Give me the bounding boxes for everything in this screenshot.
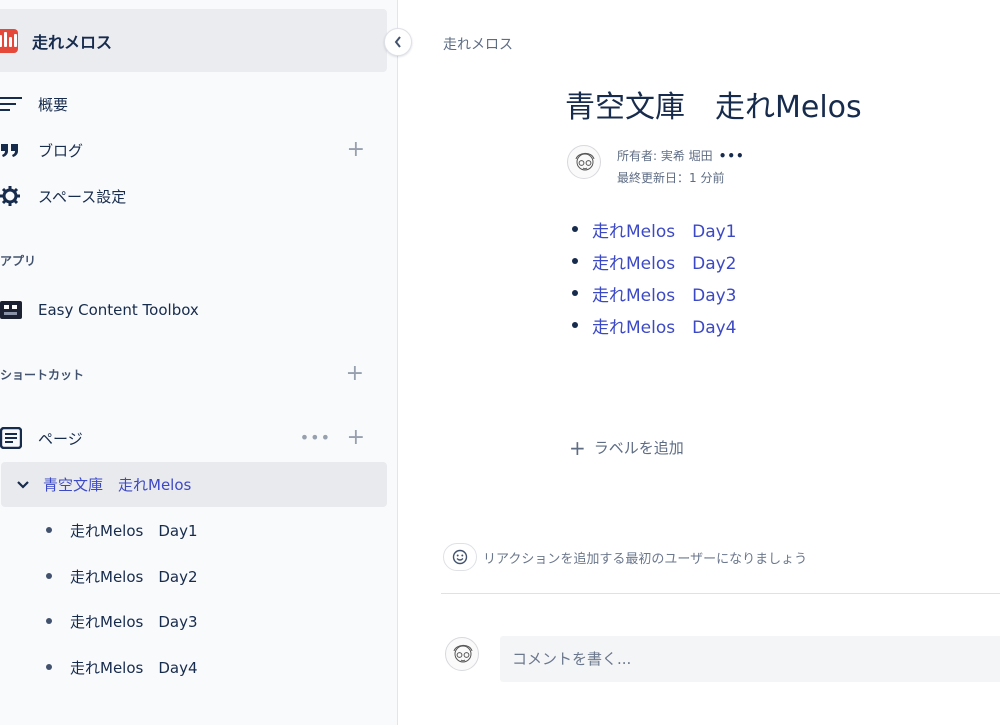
sidebar-item-blog[interactable]: ブログ + [0, 130, 387, 170]
page-title: 青空文庫 走れMelos [565, 90, 862, 125]
toolbox-app-icon [0, 299, 24, 321]
pages-icon [0, 427, 24, 449]
divider [441, 593, 1000, 594]
last-updated-text: 最終更新日：1 分前 [617, 171, 725, 185]
page-tree-label: 走れMelos Day3 [70, 612, 198, 631]
sidebar-item-easy-content-toolbox[interactable]: Easy Content Toolbox [0, 290, 387, 330]
bullet-icon [46, 664, 52, 670]
sidebar-item-label: ブログ [38, 141, 84, 160]
chevron-down-icon[interactable] [17, 478, 29, 492]
sidebar-item-label: 概要 [38, 95, 69, 114]
more-actions-icon[interactable]: ••• [719, 149, 745, 163]
list-item: 走れMelos Day3 [572, 277, 737, 309]
sidebar-item-label: Easy Content Toolbox [38, 301, 199, 319]
bullet-icon [46, 573, 52, 579]
sidebar-item-overview[interactable]: 概要 [0, 84, 387, 124]
page-tree-label: 青空文庫 走れMelos [43, 476, 192, 494]
sidebar-item-pages[interactable]: ページ ••• + [0, 418, 387, 458]
gear-icon [0, 186, 24, 206]
list-item: 走れMelos Day4 [572, 309, 737, 341]
child-page-link[interactable]: 走れMelos Day4 [592, 313, 737, 338]
apps-heading: アプリ [0, 254, 37, 268]
page-byline: 所有者: 実希 堀田 ••• 最終更新日：1 分前 [567, 145, 745, 185]
bullet-icon [572, 226, 578, 232]
bullet-icon [46, 527, 52, 533]
child-pages-list: 走れMelos Day1 走れMelos Day2 走れMelos Day3 走… [572, 213, 737, 341]
add-blog-icon[interactable]: + [347, 139, 365, 161]
space-name: 走れメロス [32, 32, 113, 52]
sidebar-item-label: ページ [38, 429, 83, 448]
bullet-icon [46, 618, 52, 624]
list-item: 走れMelos Day1 [572, 213, 737, 245]
sidebar-item-label: スペース設定 [38, 187, 127, 206]
page-tree-item[interactable]: 走れMelos Day1 [0, 510, 387, 550]
add-label-button[interactable]: + ラベルを追加 [569, 437, 684, 458]
bullet-icon [572, 290, 578, 296]
page-tree-item-selected[interactable]: 青空文庫 走れMelos [1, 462, 387, 507]
chevron-left-icon [394, 36, 401, 48]
space-logo-icon [0, 28, 18, 53]
child-page-link[interactable]: 走れMelos Day2 [592, 249, 737, 274]
breadcrumb[interactable]: 走れメロス [443, 34, 513, 54]
overview-icon [0, 96, 24, 112]
add-reaction-button[interactable] [443, 543, 477, 571]
quote-icon [0, 142, 24, 158]
page-tree-item[interactable]: 走れMelos Day4 [0, 647, 387, 687]
shortcuts-heading: ショートカット [0, 368, 85, 382]
emoji-icon [452, 549, 468, 565]
more-actions-icon[interactable]: ••• [300, 430, 331, 446]
add-label-text: ラベルを追加 [593, 439, 684, 457]
plus-icon: + [569, 435, 586, 460]
bullet-icon [572, 258, 578, 264]
child-page-link[interactable]: 走れMelos Day3 [592, 281, 737, 306]
collapse-sidebar-button[interactable] [384, 28, 412, 56]
owner-text[interactable]: 所有者: 実希 堀田 [617, 149, 713, 163]
list-item: 走れMelos Day2 [572, 245, 737, 277]
comment-input[interactable] [500, 636, 1000, 682]
avatar[interactable] [567, 145, 601, 179]
reaction-prompt: リアクションを追加する最初のユーザーになりましょう [483, 551, 808, 567]
sidebar-item-space-settings[interactable]: スペース設定 [0, 176, 387, 216]
page-tree-label: 走れMelos Day4 [70, 658, 198, 677]
page-tree-label: 走れMelos Day1 [70, 521, 198, 540]
sidebar: 走れメロス 概要 ブログ + スペース設定 アプリ Easy Content T… [0, 0, 398, 725]
child-page-link[interactable]: 走れMelos Day1 [592, 217, 737, 242]
space-header[interactable]: 走れメロス [0, 9, 387, 72]
avatar [445, 637, 479, 671]
reactions-bar: リアクションを追加する最初のユーザーになりましょう [443, 543, 807, 571]
add-shortcut-icon[interactable]: + [346, 363, 364, 385]
bullet-icon [572, 322, 578, 328]
page-tree-item[interactable]: 走れMelos Day3 [0, 601, 387, 641]
page-tree-label: 走れMelos Day2 [70, 567, 198, 586]
add-page-icon[interactable]: + [347, 427, 365, 449]
page-tree-item[interactable]: 走れMelos Day2 [0, 556, 387, 596]
